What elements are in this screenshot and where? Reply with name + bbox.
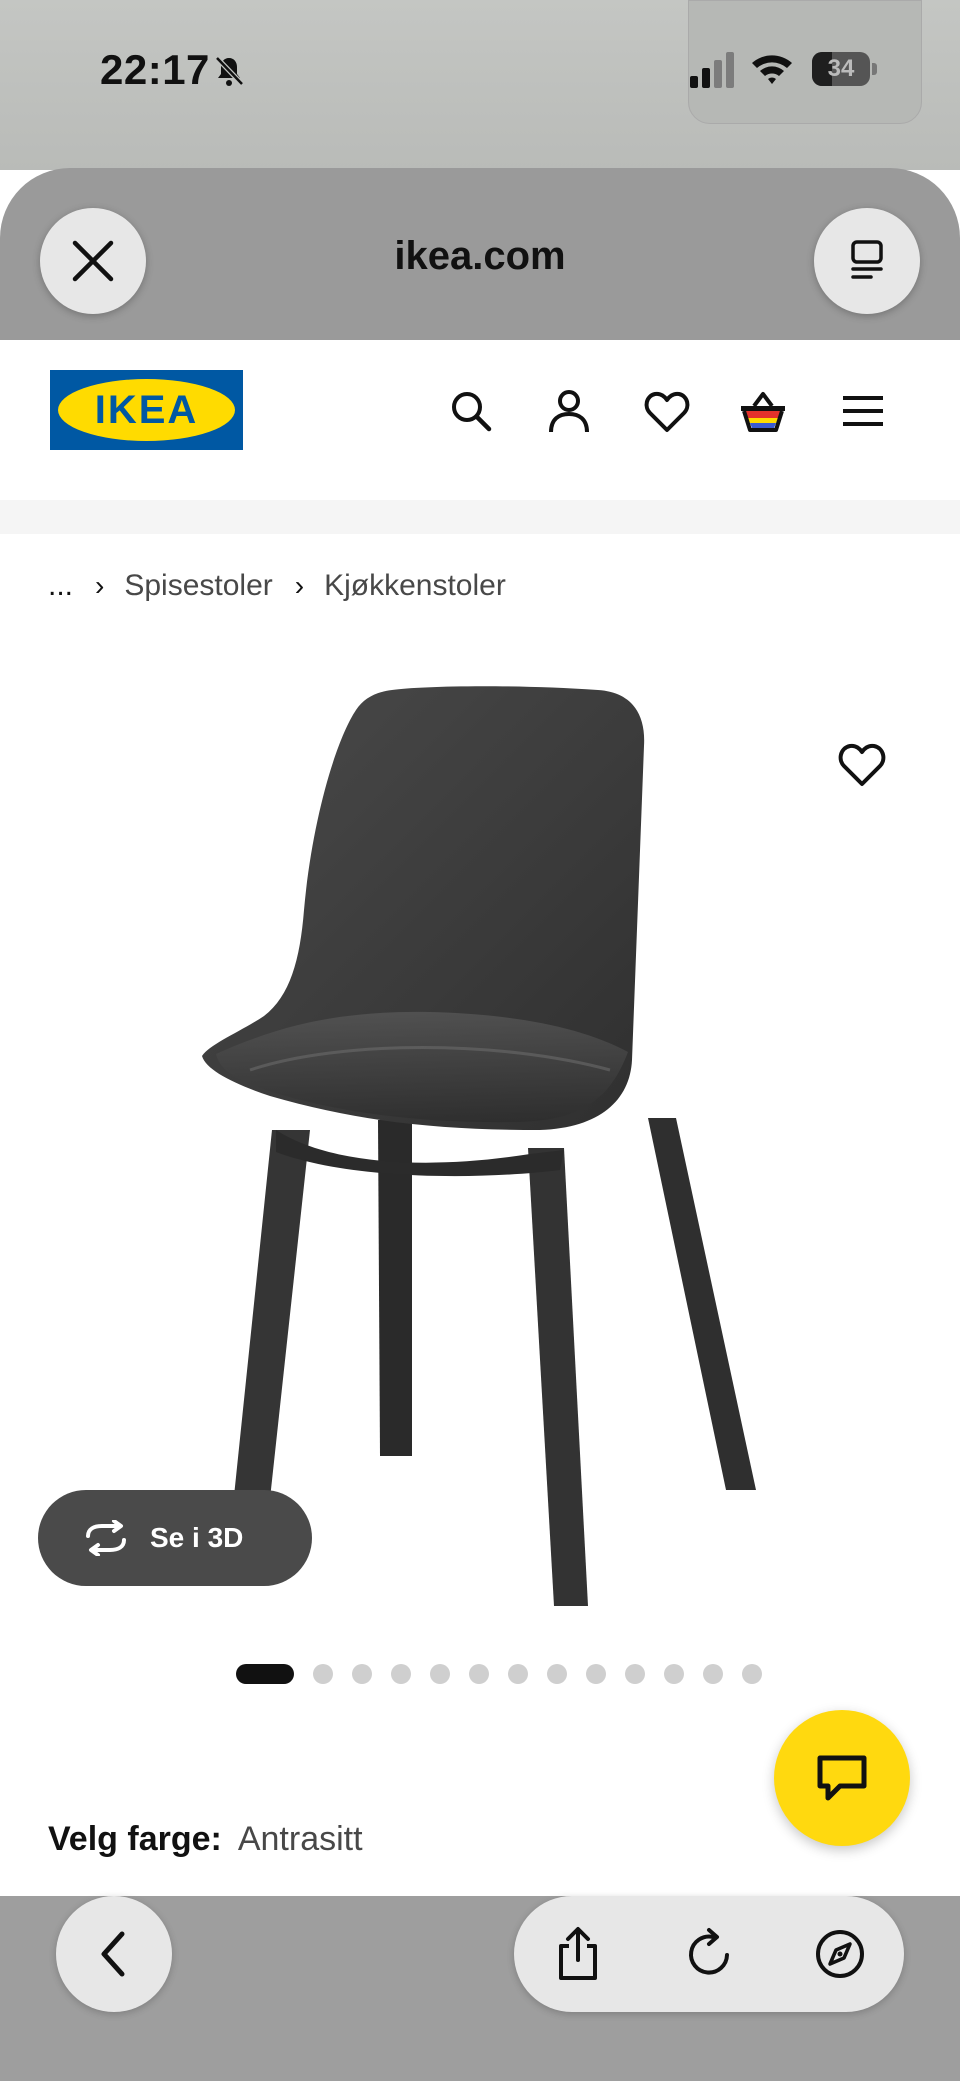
gallery-dot-active[interactable] — [236, 1664, 294, 1684]
gallery-dot[interactable] — [703, 1664, 723, 1684]
basket-icon[interactable] — [738, 386, 788, 436]
ikea-logo[interactable]: IKEA — [50, 370, 243, 450]
view-3d-label: Se i 3D — [150, 1522, 244, 1553]
status-time: 22:17 — [100, 46, 210, 93]
back-icon — [101, 1931, 125, 1977]
status-bar: 22:17 34 — [0, 0, 960, 170]
compass-button[interactable] — [810, 1924, 870, 1984]
logo-text: IKEA — [94, 388, 199, 432]
share-icon — [559, 1927, 597, 1980]
gallery-dot[interactable] — [313, 1664, 333, 1684]
reader-mode-button[interactable] — [814, 208, 920, 314]
chevron-right-icon: › — [294, 570, 305, 601]
gallery-dot[interactable] — [508, 1664, 528, 1684]
breadcrumb: ... › Spisestoler › Kjøkkenstoler — [48, 566, 506, 606]
gallery-dot[interactable] — [664, 1664, 684, 1684]
chat-button[interactable] — [774, 1710, 910, 1846]
rotate-3d-icon — [86, 1520, 126, 1556]
chevron-right-icon: › — [95, 570, 105, 601]
gallery-pagination — [236, 1664, 781, 1684]
browser-address-bar: ikea.com — [0, 168, 960, 340]
signal-icon — [690, 52, 734, 88]
gallery-dot[interactable] — [547, 1664, 567, 1684]
view-3d-button[interactable]: Se i 3D — [38, 1490, 312, 1586]
battery-percent: 34 — [827, 55, 855, 82]
gallery-dot[interactable] — [625, 1664, 645, 1684]
color-selector-row[interactable]: Velg farge: Antrasitt — [48, 1820, 363, 1859]
battery-icon: 34 — [812, 52, 878, 86]
product-image[interactable] — [180, 660, 780, 1620]
search-icon[interactable] — [446, 386, 496, 436]
breadcrumb-item-kjokkenstoler[interactable]: Kjøkkenstoler — [324, 569, 506, 603]
toolbar-actions — [514, 1896, 904, 2012]
battery-tip — [872, 63, 877, 75]
share-button[interactable] — [548, 1924, 608, 1984]
bell-slash-icon — [215, 56, 244, 86]
battery-body: 34 — [812, 52, 870, 86]
site-header: IKEA — [0, 340, 960, 500]
color-label: Velg farge: — [48, 1820, 222, 1858]
breadcrumb-ellipsis[interactable]: ... — [48, 569, 73, 603]
gallery-dot[interactable] — [430, 1664, 450, 1684]
subnav-strip — [0, 500, 960, 534]
gallery-dot[interactable] — [742, 1664, 762, 1684]
gallery-dot[interactable] — [352, 1664, 372, 1684]
user-icon[interactable] — [544, 386, 594, 436]
browser-toolbar — [0, 1896, 960, 2081]
breadcrumb-item-spisestoler[interactable]: Spisestoler — [124, 569, 272, 603]
reload-icon — [689, 1928, 729, 1975]
compass-icon — [816, 1930, 864, 1978]
chat-bubble-icon — [817, 1755, 867, 1801]
heart-icon[interactable] — [642, 386, 692, 436]
gallery-dot[interactable] — [391, 1664, 411, 1684]
color-value: Antrasitt — [237, 1820, 363, 1858]
gallery-dot[interactable] — [469, 1664, 489, 1684]
back-button[interactable] — [56, 1896, 172, 2012]
reload-button[interactable] — [680, 1924, 740, 1984]
reader-mode-icon — [851, 240, 883, 279]
menu-icon[interactable] — [838, 386, 888, 436]
wifi-icon — [752, 55, 792, 84]
gallery-dot[interactable] — [586, 1664, 606, 1684]
favorite-heart-icon[interactable] — [836, 738, 888, 790]
